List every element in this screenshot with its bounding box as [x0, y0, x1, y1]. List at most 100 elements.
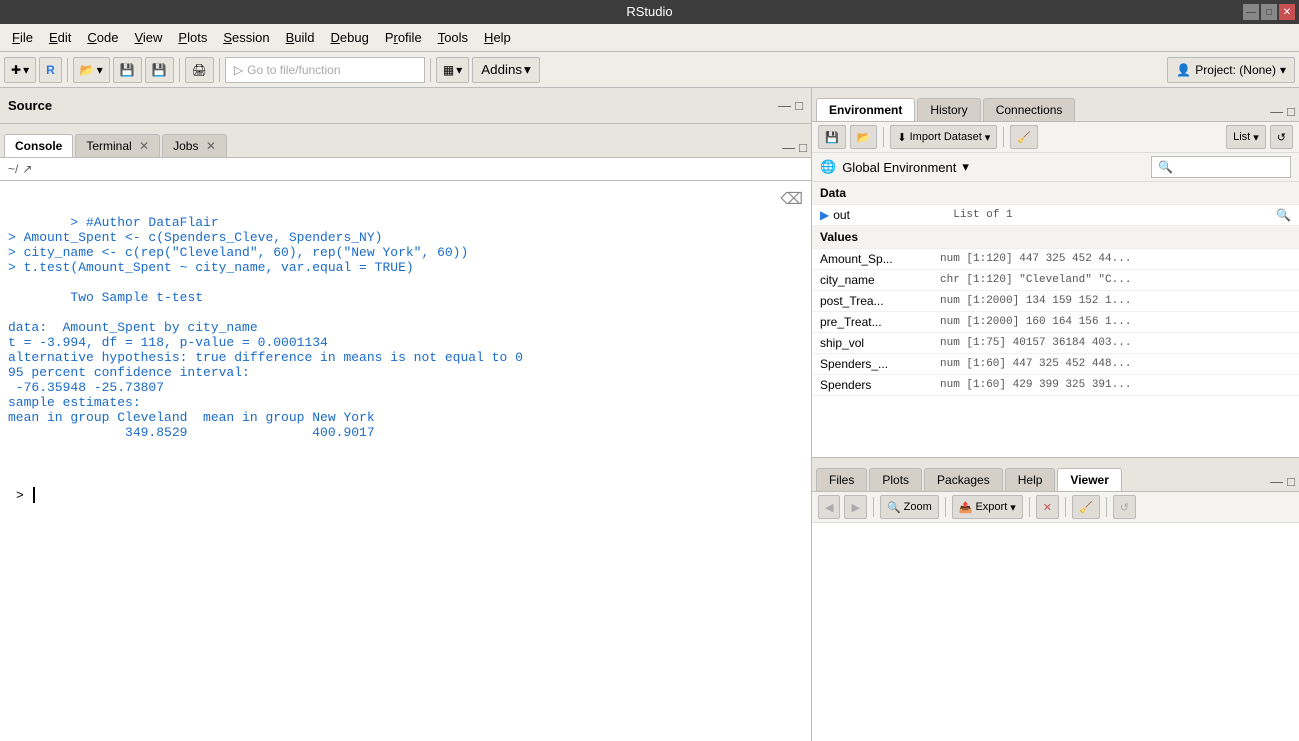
save-button[interactable]: 💾: [113, 57, 142, 83]
tab-history[interactable]: History: [917, 98, 980, 121]
env-row-ship-vol[interactable]: ship_vol num [1:75] 40157 36184 403...: [812, 333, 1299, 354]
bottom-toolbar: ◀ ▶ 🔍 Zoom 📤 Export ▾ ✕: [812, 492, 1299, 523]
arrow-icon: ▷: [234, 63, 243, 77]
app-title: RStudio: [626, 4, 672, 19]
env-refresh-button[interactable]: ↺: [1270, 125, 1293, 149]
console-panel: Console Terminal ✕ Jobs ✕ — □: [0, 124, 811, 741]
bottom-clear-button[interactable]: 🧹: [1072, 495, 1100, 519]
new-file-button[interactable]: ✚ ▾: [4, 57, 36, 83]
play-icon: ▶: [820, 208, 829, 222]
console-clear-button[interactable]: ⌫: [780, 189, 803, 209]
env-row-amount-sp[interactable]: Amount_Sp... num [1:120] 447 325 452 44.…: [812, 249, 1299, 270]
addins-button[interactable]: Addins ▾: [472, 57, 539, 83]
save-all-button[interactable]: 💾: [145, 57, 174, 83]
env-row-out[interactable]: ▶ out List of 1 🔍: [812, 205, 1299, 226]
bottom-back-button[interactable]: ◀: [818, 495, 840, 519]
minimize-button[interactable]: —: [1243, 4, 1259, 20]
env-search-input[interactable]: [1151, 156, 1291, 178]
menu-view[interactable]: View: [126, 27, 170, 48]
menu-file[interactable]: File: [4, 27, 41, 48]
env-row-city-name[interactable]: city_name chr [1:120] "Cleveland" "C...: [812, 270, 1299, 291]
env-maximize-button[interactable]: □: [1287, 104, 1295, 119]
menu-session[interactable]: Session: [215, 27, 277, 48]
left-panel: Source — □ Console Terminal ✕ Jobs: [0, 88, 812, 741]
print-button[interactable]: 🖨: [185, 57, 214, 83]
console-maximize-button[interactable]: □: [799, 140, 807, 155]
import-dataset-button[interactable]: ⬇ Import Dataset ▾: [890, 125, 997, 149]
tab-console[interactable]: Console: [4, 134, 73, 157]
tab-terminal-close[interactable]: ✕: [139, 139, 149, 153]
env-row-post-trea[interactable]: post_Trea... num [1:2000] 134 159 152 1.…: [812, 291, 1299, 312]
env-open-button[interactable]: 📂: [850, 125, 878, 149]
env-content: Data ▶ out List of 1 🔍 Values Amount_Sp.…: [812, 182, 1299, 457]
tab-terminal[interactable]: Terminal ✕: [75, 134, 160, 157]
menu-code[interactable]: Code: [79, 27, 126, 48]
menu-edit[interactable]: Edit: [41, 27, 79, 48]
console-content[interactable]: ⌫ > #Author DataFlair > Amount_Spent <- …: [0, 181, 811, 741]
env-section-values: Values: [812, 226, 1299, 249]
tab-packages[interactable]: Packages: [924, 468, 1003, 491]
go-to-file-label: Go to file/function: [247, 63, 340, 77]
import-dataset-label: Import Dataset: [910, 131, 982, 143]
global-env-label: Global Environment: [842, 160, 956, 175]
open-file-button[interactable]: 📂 ▾: [73, 57, 110, 83]
tab-environment[interactable]: Environment: [816, 98, 915, 121]
env-tabs-bar: Environment History Connections — □: [812, 88, 1299, 122]
bottom-maximize-button[interactable]: □: [1287, 474, 1295, 489]
source-maximize-button[interactable]: □: [795, 98, 803, 113]
print-icon: 🖨: [192, 63, 207, 77]
new-file-dropdown-icon: ▾: [23, 63, 29, 77]
env-row-spenders-2[interactable]: Spenders num [1:60] 429 399 325 391...: [812, 375, 1299, 396]
menu-debug[interactable]: Debug: [323, 27, 377, 48]
open-project-button[interactable]: R: [39, 57, 62, 83]
tab-viewer[interactable]: Viewer: [1057, 468, 1121, 491]
export-button[interactable]: 📤 Export ▾: [952, 495, 1023, 519]
tab-files[interactable]: Files: [816, 468, 867, 491]
restore-button[interactable]: □: [1261, 4, 1277, 20]
tab-plots[interactable]: Plots: [869, 468, 922, 491]
tab-terminal-label: Terminal: [86, 139, 131, 153]
tab-connections[interactable]: Connections: [983, 98, 1076, 121]
window-controls[interactable]: — □ ✕: [1243, 4, 1295, 20]
env-global-row: 🌐 Global Environment ▾: [812, 153, 1299, 182]
tab-help[interactable]: Help: [1005, 468, 1056, 491]
env-row-search-out[interactable]: 🔍: [1276, 208, 1291, 222]
bottom-minimize-button[interactable]: —: [1270, 474, 1283, 489]
env-minimize-button[interactable]: —: [1270, 104, 1283, 119]
env-toolbar: 💾 📂 ⬇ Import Dataset ▾ 🧹 List ▾: [812, 122, 1299, 153]
source-minimize-button[interactable]: —: [778, 98, 791, 113]
workspace-layout-button[interactable]: ▦ ▾: [436, 57, 469, 83]
env-save-button[interactable]: 💾: [818, 125, 846, 149]
env-row-spenders-1[interactable]: Spenders_... num [1:60] 447 325 452 448.…: [812, 354, 1299, 375]
source-title: Source: [8, 98, 52, 113]
env-row-pre-treat[interactable]: pre_Treat... num [1:2000] 160 164 156 1.…: [812, 312, 1299, 333]
bottom-refresh-button[interactable]: ↺: [1113, 495, 1136, 519]
list-button[interactable]: List ▾: [1226, 125, 1266, 149]
env-name-city-name: city_name: [820, 273, 940, 287]
console-minimize-button[interactable]: —: [782, 140, 795, 155]
bottom-forward-button[interactable]: ▶: [844, 495, 866, 519]
bottom-tb-sep-5: [1106, 497, 1107, 517]
tab-jobs[interactable]: Jobs ✕: [162, 134, 227, 157]
tab-jobs-close[interactable]: ✕: [206, 139, 216, 153]
layout-icon: ▦: [443, 63, 454, 77]
close-button[interactable]: ✕: [1279, 4, 1295, 20]
menu-profile[interactable]: Profile: [377, 27, 430, 48]
bottom-delete-button[interactable]: ✕: [1036, 495, 1059, 519]
global-env-dropdown-icon: ▾: [962, 159, 969, 175]
project-dropdown-icon: ▾: [1280, 63, 1286, 77]
addins-label: Addins: [481, 62, 522, 77]
env-tabs-left: Environment History Connections: [816, 98, 1075, 121]
env-row-name-out: out: [833, 208, 953, 222]
menu-plots[interactable]: Plots: [170, 27, 215, 48]
console-tabs-left: Console Terminal ✕ Jobs ✕: [4, 134, 227, 157]
console-prompt: >: [16, 488, 32, 503]
zoom-button[interactable]: 🔍 Zoom: [880, 495, 939, 519]
menu-tools[interactable]: Tools: [430, 27, 476, 48]
env-clear-button[interactable]: 🧹: [1010, 125, 1038, 149]
delete-icon: ✕: [1043, 501, 1052, 514]
menu-build[interactable]: Build: [278, 27, 323, 48]
project-button[interactable]: 👤 Project: (None) ▾: [1167, 57, 1295, 83]
menu-help[interactable]: Help: [476, 27, 519, 48]
go-to-file-input[interactable]: ▷ Go to file/function: [225, 57, 425, 83]
